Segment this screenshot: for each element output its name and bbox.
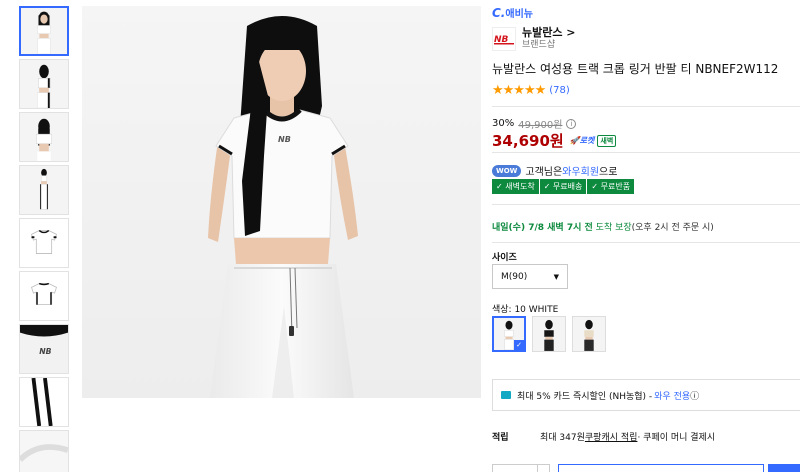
wow-membership-row: WOW 고객님은 와우회원 으로 — [492, 163, 617, 178]
coupang-cash-link[interactable]: 쿠팡캐시 적립 — [585, 430, 638, 443]
wow-text-after: 으로 — [599, 167, 618, 178]
benefit-free-return: ✓ 무료반품 — [587, 179, 635, 194]
color-label: 색상: 10 WHITE — [492, 305, 559, 315]
quantity-stepper[interactable] — [492, 464, 550, 472]
rating-row[interactable]: ★★★★★ (78) — [492, 83, 570, 98]
svg-text:NB: NB — [39, 347, 51, 356]
chevron-down-icon: ▼ — [553, 272, 559, 281]
rocket-icon: 🚀로켓 — [569, 136, 595, 145]
reward-suffix: · 쿠페이 머니 결제시 — [637, 433, 716, 443]
divider — [492, 204, 800, 205]
wow-only-label: 와우 전용 — [654, 391, 691, 402]
thumbnail-5[interactable] — [19, 218, 69, 268]
brand-subtitle: 브랜드샵 — [522, 40, 556, 50]
seller-logo-mark: C. — [492, 6, 506, 20]
card-discount-text: 최대 5% 카드 즉시할인 (NH농협) - — [517, 391, 653, 402]
card-discount-banner[interactable]: 최대 5% 카드 즉시할인 (NH농협) - 와우 전용 ⓘ — [492, 379, 800, 411]
discount-row: 30% 49,900원 i — [492, 116, 577, 131]
seller-logo-text: 애비뉴 — [505, 9, 533, 20]
wow-badge: WOW — [492, 164, 522, 177]
info-icon[interactable]: i — [566, 118, 577, 129]
divider — [492, 242, 800, 243]
product-title: 뉴발란스 여성용 트랙 크롭 링거 반팔 티 NBNEF2W112 — [492, 62, 779, 76]
seller-logo[interactable]: C.애비뉴 — [492, 5, 533, 20]
purchase-controls — [492, 464, 800, 472]
rocket-delivery-badge: 🚀로켓 새벽 — [569, 134, 617, 147]
color-option-beige[interactable] — [572, 316, 606, 352]
delivery-estimate: 내일(수) 7/8 새벽 7시 전 도착 보장(오후 2시 전 주문 시) — [492, 220, 714, 233]
size-selected: M(90) — [501, 271, 528, 282]
divider — [492, 152, 800, 153]
thumbnail-7[interactable]: NB — [19, 324, 69, 374]
product-info-panel: C.애비뉴 NB 뉴발란스 > 브랜드샵 뉴발란스 여성용 트랙 크롭 링거 반… — [492, 0, 800, 472]
size-label: 사이즈 — [492, 253, 517, 263]
delivery-guarantee: 도착 보장 — [592, 223, 632, 233]
color-option-black[interactable] — [532, 316, 566, 352]
svg-text:NB: NB — [278, 135, 291, 144]
check-icon: ✓ — [514, 340, 524, 350]
benefit-dawn-delivery: ✓ 새벽도착 — [492, 179, 539, 194]
divider — [537, 465, 538, 472]
info-icon[interactable]: ⓘ — [690, 389, 699, 402]
color-swatches: ✓ — [492, 316, 612, 352]
wow-member-link[interactable]: 와우회원 — [562, 163, 599, 178]
delivery-date: 내일(수) 7/8 새벽 7시 전 — [492, 223, 593, 233]
reward-row: 적립 최대 347원 쿠팡캐시 적립 · 쿠페이 머니 결제시 — [492, 430, 715, 443]
thumbnail-list: NB — [19, 6, 71, 472]
thumbnail-2[interactable] — [19, 59, 69, 109]
new-balance-logo-icon: NB — [492, 26, 516, 51]
thumbnail-8[interactable] — [19, 377, 69, 427]
thumbnail-6[interactable] — [19, 271, 69, 321]
wow-text-before: 고객님은 — [525, 167, 563, 178]
main-product-image[interactable]: NB — [82, 6, 481, 398]
review-count-link[interactable]: (78) — [549, 85, 570, 96]
add-to-cart-button[interactable] — [558, 464, 764, 472]
credit-card-icon — [501, 391, 511, 399]
brand-shop-link[interactable]: NB 뉴발란스 > 브랜드샵 — [492, 26, 576, 51]
divider — [492, 106, 800, 107]
thumbnail-9[interactable] — [19, 430, 69, 472]
thumbnail-1[interactable] — [19, 6, 69, 56]
original-price: 49,900원 — [518, 120, 563, 131]
dawn-delivery-badge: 새벽 — [597, 134, 617, 147]
size-dropdown[interactable]: M(90) ▼ — [492, 264, 568, 289]
brand-name: 뉴발란스 > — [522, 26, 576, 39]
sale-price: 34,690원 — [492, 132, 564, 150]
buy-now-button[interactable] — [768, 464, 800, 472]
thumbnail-4[interactable] — [19, 165, 69, 215]
reward-prefix: 최대 347원 — [540, 433, 585, 443]
wow-benefits: ✓ 새벽도착 ✓ 무료배송 ✓ 무료반품 — [492, 179, 635, 194]
thumbnail-3[interactable] — [19, 112, 69, 162]
delivery-condition: (오후 2시 전 주문 시) — [631, 223, 714, 233]
price-row: 34,690원 🚀로켓 새벽 — [492, 130, 617, 151]
color-option-white[interactable]: ✓ — [492, 316, 526, 352]
star-rating-icon: ★★★★★ — [492, 83, 546, 98]
discount-rate: 30% — [492, 118, 515, 129]
benefit-free-shipping: ✓ 무료배송 — [539, 179, 587, 194]
reward-label: 적립 — [492, 433, 509, 443]
